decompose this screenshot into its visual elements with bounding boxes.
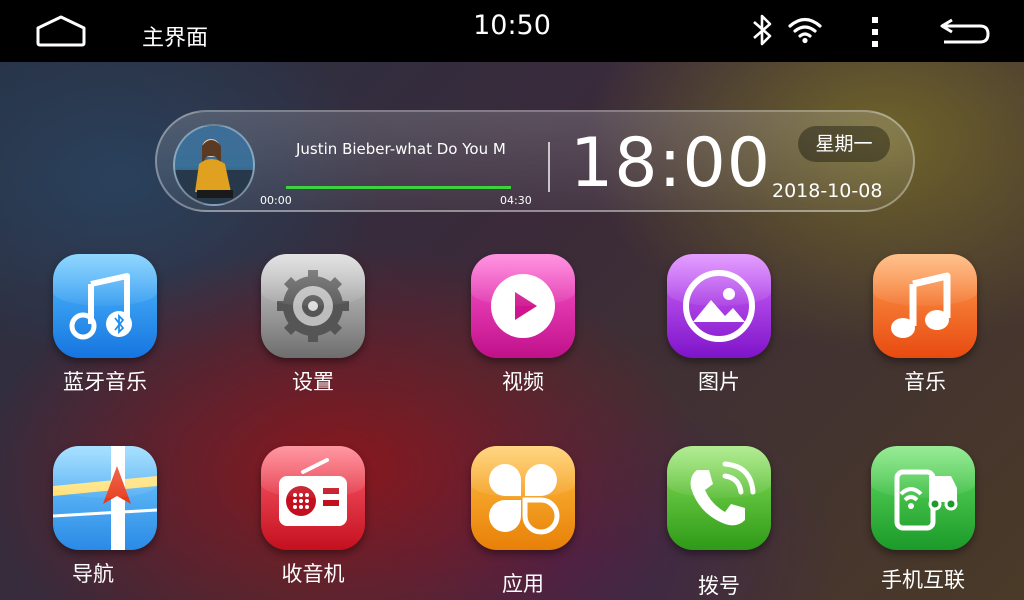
more-vert-icon[interactable] bbox=[864, 14, 886, 50]
song-title: Justin Bieber-what Do You M bbox=[296, 140, 506, 158]
status-bar: 主界面 10:50 bbox=[0, 0, 1024, 62]
song-progress-bar[interactable] bbox=[286, 186, 511, 189]
video-play-icon bbox=[471, 254, 575, 358]
app-label: 图片 bbox=[698, 370, 740, 394]
app-label: 手机互联 bbox=[881, 568, 965, 592]
picture-icon bbox=[667, 254, 771, 358]
app-pictures[interactable]: 图片 bbox=[642, 254, 792, 404]
bluetooth-music-icon bbox=[53, 254, 157, 358]
big-clock: 18:00 bbox=[570, 124, 771, 203]
app-navigation[interactable]: 导航 bbox=[28, 446, 178, 596]
settings-gear-icon bbox=[261, 254, 365, 358]
radio-icon bbox=[261, 446, 365, 550]
music-note-icon bbox=[873, 254, 977, 358]
app-phone-link[interactable]: 手机互联 bbox=[846, 446, 996, 596]
widget-divider bbox=[548, 142, 550, 192]
song-progress-fill bbox=[286, 186, 511, 189]
app-label: 导航 bbox=[72, 562, 114, 586]
screen-title: 主界面 bbox=[142, 26, 209, 51]
app-label: 视频 bbox=[502, 370, 544, 394]
app-apps[interactable]: 应用 bbox=[446, 446, 596, 596]
phone-dial-icon bbox=[667, 446, 771, 550]
elapsed-time: 00:00 bbox=[260, 194, 292, 207]
app-label: 拨号 bbox=[698, 574, 740, 598]
back-icon[interactable] bbox=[938, 16, 992, 46]
album-art[interactable] bbox=[173, 124, 255, 206]
app-music[interactable]: 音乐 bbox=[848, 254, 998, 404]
app-dialer[interactable]: 拨号 bbox=[642, 446, 792, 598]
apps-icon bbox=[471, 446, 575, 550]
app-label: 音乐 bbox=[904, 370, 946, 394]
bluetooth-icon[interactable] bbox=[748, 12, 776, 48]
phone-link-icon bbox=[871, 446, 975, 550]
app-label: 应用 bbox=[502, 572, 544, 596]
navigation-map-icon bbox=[53, 446, 157, 550]
app-bluetooth-music[interactable]: 蓝牙音乐 bbox=[28, 254, 178, 404]
date-text: 2018-10-08 bbox=[772, 180, 883, 202]
app-radio[interactable]: 收音机 bbox=[236, 446, 386, 596]
app-label: 收音机 bbox=[281, 562, 345, 586]
app-label: 蓝牙音乐 bbox=[63, 370, 147, 394]
app-label: 设置 bbox=[292, 370, 334, 394]
app-settings[interactable]: 设置 bbox=[236, 254, 386, 404]
duration-time: 04:30 bbox=[500, 194, 532, 207]
wifi-icon[interactable] bbox=[787, 16, 823, 44]
weekday-badge: 星期一 bbox=[798, 126, 890, 162]
home-icon[interactable] bbox=[32, 14, 90, 48]
app-video[interactable]: 视频 bbox=[446, 254, 596, 404]
